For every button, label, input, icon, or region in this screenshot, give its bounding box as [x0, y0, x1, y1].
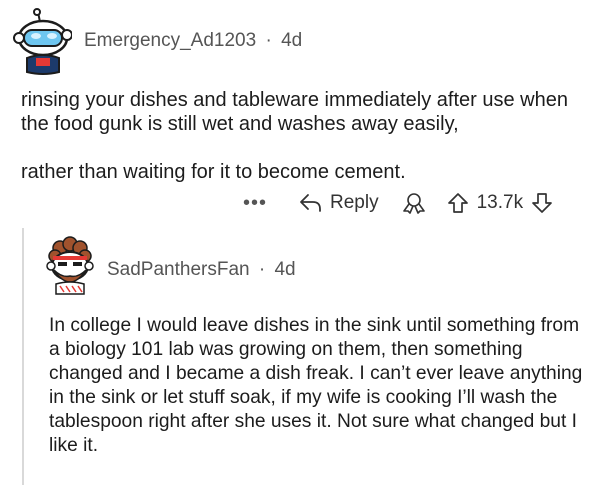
reply-username[interactable]: SadPanthersFan	[107, 259, 250, 280]
upvote-button[interactable]	[447, 192, 469, 214]
comment-paragraph: rather than waiting for it to become cem…	[21, 161, 406, 183]
comment-username[interactable]: Emergency_Ad1203	[84, 30, 256, 51]
reply-age[interactable]: 4d	[274, 259, 295, 280]
reply-arrow-icon	[300, 194, 321, 212]
comment-age[interactable]: 4d	[281, 30, 302, 51]
comment-paragraph: rinsing your dishes and tableware immedi…	[21, 89, 568, 135]
downvote-arrow-icon	[532, 193, 552, 213]
reply-meta: SadPanthersFan · 4d	[107, 259, 296, 281]
more-options-icon[interactable]: •••	[243, 192, 267, 215]
award-icon	[402, 193, 425, 214]
upvote-arrow-icon	[447, 193, 468, 213]
thread-line[interactable]	[22, 228, 24, 485]
reply-avatar[interactable]	[42, 236, 98, 296]
reply-paragraph: In college I would leave dishes in the s…	[49, 315, 583, 456]
commenter-avatar[interactable]	[10, 8, 73, 76]
meta-separator: ·	[265, 30, 272, 51]
comment-meta: Emergency_Ad1203 · 4d	[84, 30, 302, 52]
downvote-button[interactable]	[531, 192, 553, 214]
meta-separator: ·	[258, 259, 266, 280]
reply-label: Reply	[330, 192, 379, 213]
vote-score: 13.7k	[476, 192, 524, 213]
reply-button[interactable]: Reply	[299, 192, 379, 214]
award-button[interactable]	[401, 192, 427, 214]
reply-body: In college I would leave dishes in the s…	[49, 314, 589, 458]
comment-actions: ••• Reply 13.7k	[243, 188, 553, 218]
